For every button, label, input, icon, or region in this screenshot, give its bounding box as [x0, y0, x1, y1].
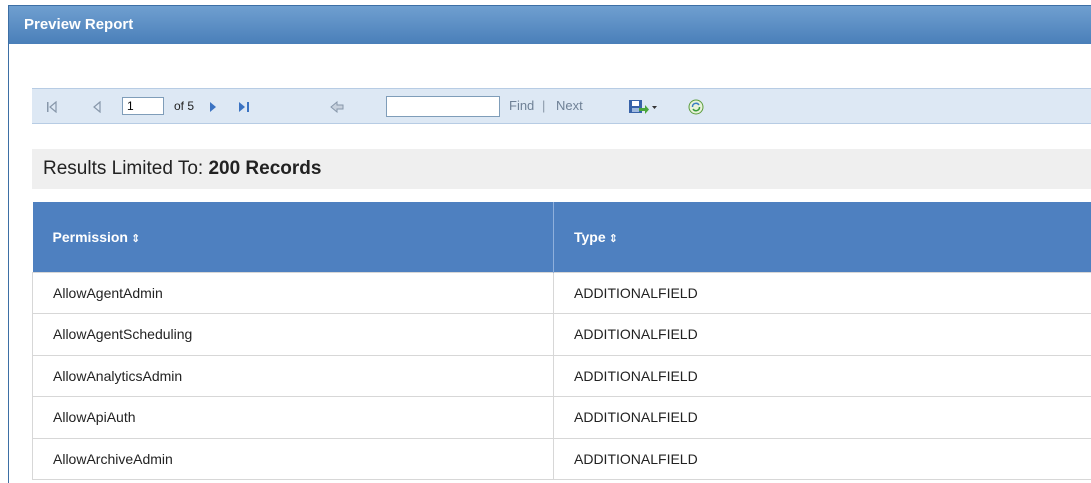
permission-cell: AllowArchiveAdmin — [33, 438, 554, 480]
find-separator: | — [542, 89, 545, 123]
sort-icon[interactable]: ⇕ — [131, 233, 140, 245]
back-to-parent-icon[interactable] — [330, 89, 344, 123]
find-next-link[interactable]: Next — [556, 89, 583, 123]
first-page-icon[interactable] — [46, 89, 58, 123]
type-cell: ADDITIONALFIELD — [554, 314, 1091, 356]
type-cell: ADDITIONALFIELD — [554, 438, 1091, 480]
table-row[interactable]: AllowAnalyticsAdmin ADDITIONALFIELD — [33, 355, 1091, 397]
column-header-permission[interactable]: Permission⇕ — [33, 202, 554, 272]
refresh-icon[interactable] — [688, 89, 704, 123]
find-input[interactable] — [386, 96, 500, 117]
permission-cell: AllowAgentScheduling — [33, 314, 554, 356]
permission-cell: AllowApiAuth — [33, 397, 554, 439]
page-count-label: of 5 — [174, 89, 194, 123]
find-link[interactable]: Find — [509, 89, 534, 123]
preview-report-window: Preview Report of 5 Find | Next — [8, 5, 1091, 483]
window-title: Preview Report — [9, 6, 1091, 44]
table-row[interactable]: AllowAgentScheduling ADDITIONALFIELD — [33, 314, 1091, 356]
column-header-type[interactable]: Type⇕ — [554, 202, 1091, 272]
results-limit-value: 200 Records — [208, 158, 321, 179]
column-header-label: Type — [574, 229, 606, 245]
next-page-icon[interactable] — [208, 89, 218, 123]
permission-cell: AllowAnalyticsAdmin — [33, 355, 554, 397]
table-header-row: Permission⇕ Type⇕ — [33, 202, 1091, 272]
table-row[interactable]: AllowApiAuth ADDITIONALFIELD — [33, 397, 1091, 439]
report-toolbar: of 5 Find | Next — [32, 88, 1091, 124]
table-row[interactable]: AllowArchiveAdmin ADDITIONALFIELD — [33, 438, 1091, 480]
permissions-table: Permission⇕ Type⇕ AllowAgentAdmin ADDITI… — [32, 202, 1091, 480]
column-header-label: Permission — [53, 229, 128, 245]
save-export-icon[interactable] — [628, 89, 658, 123]
type-cell: ADDITIONALFIELD — [554, 272, 1091, 314]
results-limit-bar: Results Limited To: 200 Records — [32, 149, 1091, 189]
results-limit-prefix: Results Limited To: — [43, 158, 203, 179]
type-cell: ADDITIONALFIELD — [554, 355, 1091, 397]
type-cell: ADDITIONALFIELD — [554, 397, 1091, 439]
last-page-icon[interactable] — [237, 89, 251, 123]
table-row[interactable]: AllowAgentAdmin ADDITIONALFIELD — [33, 272, 1091, 314]
previous-page-icon[interactable] — [92, 89, 102, 123]
sort-icon[interactable]: ⇕ — [609, 233, 618, 245]
permission-cell: AllowAgentAdmin — [33, 272, 554, 314]
page-number-input[interactable] — [122, 97, 164, 115]
